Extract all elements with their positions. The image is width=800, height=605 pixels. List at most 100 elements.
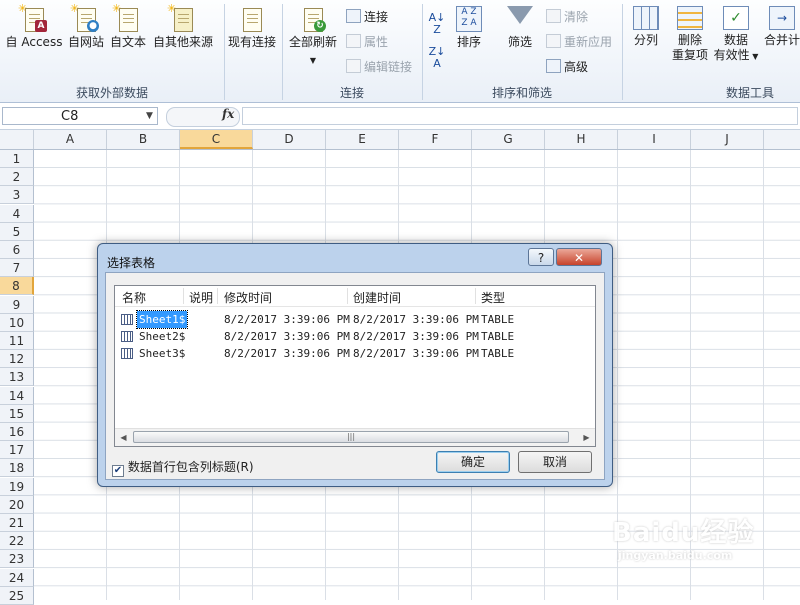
existing-connections-button[interactable]: 现有连接 bbox=[226, 6, 278, 50]
column-header[interactable]: H bbox=[545, 130, 618, 149]
list-item-modified: 8/2/2017 3:39:06 PM bbox=[224, 347, 350, 360]
header-modified[interactable]: 修改时间 bbox=[224, 289, 272, 306]
remove-duplicates-icon bbox=[677, 6, 703, 30]
connections-button[interactable]: 连接 bbox=[346, 8, 388, 25]
row-header[interactable]: 3 bbox=[0, 186, 34, 205]
advanced-filter-button[interactable]: 高级 bbox=[546, 58, 588, 75]
baidu-watermark: Baidu经验 jingyan.baidu.com bbox=[612, 512, 754, 562]
ok-button[interactable]: 确定 bbox=[436, 451, 510, 473]
properties-button[interactable]: 属性 bbox=[346, 33, 388, 50]
sort-dialog-icon: A ZZ A bbox=[456, 6, 482, 32]
column-header[interactable]: B bbox=[107, 130, 180, 149]
row-header[interactable]: 17 bbox=[0, 441, 34, 460]
from-text-button[interactable]: ✳ 自文本 bbox=[108, 3, 148, 50]
list-item-name: Sheet2$ bbox=[139, 330, 186, 343]
row-header[interactable]: 2 bbox=[0, 168, 34, 187]
watermark-main: Baidu经验 bbox=[612, 518, 755, 548]
checkbox-checked-icon[interactable]: ✔ bbox=[112, 465, 124, 477]
table-list[interactable]: 名称 说明 修改时间 创建时间 类型 Sheet1$ 8/2/2017 3:39… bbox=[114, 285, 596, 447]
row-header[interactable]: 1 bbox=[0, 150, 34, 168]
row-header[interactable]: 15 bbox=[0, 404, 34, 423]
filter-button[interactable]: 筛选 bbox=[502, 6, 538, 50]
group-label-connections: 连接 bbox=[339, 86, 364, 100]
close-button[interactable]: ✕ bbox=[556, 248, 602, 266]
edit-links-button[interactable]: 编辑链接 bbox=[346, 58, 412, 75]
text-file-icon: ✳ bbox=[112, 3, 141, 32]
column-header[interactable]: D bbox=[253, 130, 326, 149]
sort-descending-button[interactable]: Z↓ A bbox=[426, 46, 448, 70]
row-header[interactable]: 9 bbox=[0, 295, 34, 314]
dialog-body: 名称 说明 修改时间 创建时间 类型 Sheet1$ 8/2/2017 3:39… bbox=[105, 272, 605, 480]
row-header[interactable]: 23 bbox=[0, 550, 34, 569]
from-access-button[interactable]: ✳ A 自 Access bbox=[4, 3, 64, 50]
group-label-external-data: 获取外部数据 bbox=[75, 86, 148, 100]
row-header-selected[interactable]: 8 bbox=[0, 277, 34, 296]
name-box[interactable]: C8 bbox=[2, 107, 158, 125]
consolidate-icon: → bbox=[769, 6, 795, 30]
list-item-type: TABLE bbox=[481, 347, 515, 360]
column-header[interactable]: I bbox=[618, 130, 691, 149]
row-header[interactable]: 12 bbox=[0, 350, 34, 369]
column-header[interactable]: A bbox=[34, 130, 107, 149]
list-header: 名称 说明 修改时间 创建时间 类型 bbox=[115, 286, 595, 307]
scroll-left-icon[interactable]: ◀ bbox=[115, 429, 132, 446]
column-header[interactable]: J bbox=[691, 130, 764, 149]
insert-function-button[interactable]: fx bbox=[222, 107, 234, 121]
header-description[interactable]: 说明 bbox=[189, 289, 213, 306]
sort-button[interactable]: A ZZ A 排序 bbox=[452, 6, 486, 50]
column-header[interactable]: G bbox=[472, 130, 545, 149]
table-icon bbox=[121, 314, 133, 325]
row-header[interactable]: 25 bbox=[0, 586, 34, 605]
reapply-button[interactable]: 重新应用 bbox=[546, 33, 612, 50]
help-button[interactable]: ? bbox=[528, 248, 554, 266]
row-header[interactable]: 4 bbox=[0, 204, 34, 223]
row-header[interactable]: 21 bbox=[0, 514, 34, 532]
row-header[interactable]: 24 bbox=[0, 568, 34, 587]
refresh-all-button[interactable]: ↻ 全部刷新 ▼ bbox=[286, 6, 340, 68]
row-header[interactable]: 20 bbox=[0, 495, 34, 514]
chevron-down-icon[interactable]: ▼ bbox=[146, 111, 153, 121]
from-web-button[interactable]: ✳ ● 自网站 bbox=[66, 3, 106, 50]
sort-ascending-button[interactable]: A↓ Z bbox=[426, 12, 448, 36]
refresh-icon: ↻ bbox=[300, 6, 326, 32]
data-validation-button[interactable]: ✓ 数据 有效性 ▼ bbox=[712, 6, 760, 64]
list-item-name: Sheet3$ bbox=[139, 347, 186, 360]
remove-duplicates-button[interactable]: 删除 重复项 bbox=[670, 6, 710, 63]
list-item[interactable]: Sheet1$ 8/2/2017 3:39:06 PM 8/2/2017 3:3… bbox=[115, 310, 595, 329]
column-header[interactable]: E bbox=[326, 130, 399, 149]
list-item-type: TABLE bbox=[481, 330, 515, 343]
column-header-partial[interactable] bbox=[764, 130, 800, 149]
row-header[interactable]: 14 bbox=[0, 386, 34, 405]
row-header[interactable]: 19 bbox=[0, 477, 34, 496]
consolidate-button[interactable]: → 合并计 bbox=[762, 6, 800, 48]
row-header[interactable]: 10 bbox=[0, 313, 34, 332]
row-header[interactable]: 6 bbox=[0, 241, 34, 259]
column-header-selected[interactable]: C bbox=[180, 130, 253, 149]
row-header[interactable]: 11 bbox=[0, 332, 34, 350]
row-header[interactable]: 5 bbox=[0, 222, 34, 241]
from-other-sources-button[interactable]: ✳ 自其他来源 bbox=[150, 3, 216, 50]
clear-filter-icon bbox=[546, 9, 561, 23]
scroll-right-icon[interactable]: ▶ bbox=[578, 429, 595, 446]
row-header[interactable]: 13 bbox=[0, 368, 34, 387]
select-all-corner[interactable] bbox=[0, 130, 34, 149]
cancel-button[interactable]: 取消 bbox=[518, 451, 592, 473]
list-item[interactable]: Sheet3$ 8/2/2017 3:39:06 PM 8/2/2017 3:3… bbox=[115, 345, 595, 362]
select-table-dialog: 选择表格 ? ✕ 名称 说明 修改时间 创建时间 类型 Sheet1$ 8/2/… bbox=[97, 243, 613, 487]
horizontal-scrollbar[interactable]: ◀ ||| ▶ bbox=[115, 428, 595, 446]
header-created[interactable]: 创建时间 bbox=[353, 289, 401, 306]
row-header[interactable]: 16 bbox=[0, 423, 34, 441]
column-header[interactable]: F bbox=[399, 130, 472, 149]
scroll-thumb[interactable]: ||| bbox=[133, 431, 569, 443]
row-header[interactable]: 18 bbox=[0, 459, 34, 478]
text-to-columns-button[interactable]: 分列 bbox=[628, 6, 664, 48]
header-name[interactable]: 名称 bbox=[122, 289, 146, 306]
header-type[interactable]: 类型 bbox=[481, 289, 505, 306]
row-header[interactable]: 22 bbox=[0, 532, 34, 551]
formula-input[interactable] bbox=[242, 107, 798, 125]
header-divider bbox=[347, 288, 348, 304]
row-header[interactable]: 7 bbox=[0, 259, 34, 278]
header-row-checkbox[interactable]: ✔ 数据首行包含列标题(R) bbox=[112, 458, 254, 477]
clear-filter-button[interactable]: 清除 bbox=[546, 8, 588, 25]
list-item[interactable]: Sheet2$ 8/2/2017 3:39:06 PM 8/2/2017 3:3… bbox=[115, 328, 595, 345]
